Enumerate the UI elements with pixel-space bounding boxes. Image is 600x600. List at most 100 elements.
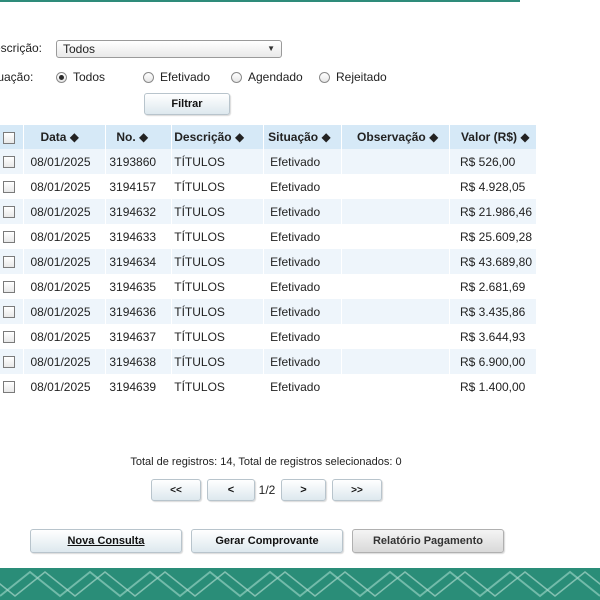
row-checkbox[interactable] <box>3 206 15 219</box>
row-checkbox[interactable] <box>3 181 15 194</box>
descricao-select-value: Todos <box>63 42 96 56</box>
cell-no: 3194637 <box>105 324 173 349</box>
cell-observacao <box>341 224 450 249</box>
cell-data: 08/01/2025 <box>23 324 107 349</box>
situacao-option-label: Rejeitado <box>336 70 387 84</box>
situacao-option-label: Agendado <box>248 70 303 84</box>
row-checkbox[interactable] <box>3 281 15 294</box>
cell-data: 08/01/2025 <box>23 374 107 399</box>
cell-no: 3194639 <box>105 374 173 399</box>
descricao-select[interactable]: Todos ▼ <box>56 40 282 58</box>
col-header-no[interactable]: No. ◆ <box>105 125 173 149</box>
cell-situacao: Efetivado <box>263 149 343 174</box>
situacao-option-label: Todos <box>73 70 106 84</box>
cell-descricao: TÍTULOS <box>171 274 265 299</box>
situacao-radio-todos[interactable]: Todos <box>56 70 105 84</box>
pager-first-button[interactable]: << <box>151 479 201 501</box>
chevron-down-icon: ▼ <box>267 44 275 53</box>
pager-last-button[interactable]: >> <box>332 479 382 501</box>
radio-icon[interactable] <box>231 71 242 83</box>
col-header-data[interactable]: Data ◆ <box>23 125 107 149</box>
row-checkbox-cell <box>0 249 25 274</box>
cell-situacao: Efetivado <box>263 199 343 224</box>
cell-descricao: TÍTULOS <box>171 249 265 274</box>
cell-data: 08/01/2025 <box>23 199 107 224</box>
row-checkbox[interactable] <box>3 256 15 269</box>
table-row[interactable]: 08/01/2025 3194634 TÍTULOS Efetivado R$ 43.6… <box>0 249 538 274</box>
cell-valor: R$ 526,00 <box>449 149 538 174</box>
col-header-descricao[interactable]: Descrição ◆ <box>171 125 265 149</box>
cell-situacao: Efetivado <box>263 249 343 274</box>
cell-situacao: Efetivado <box>263 324 343 349</box>
radio-icon[interactable] <box>319 71 330 83</box>
row-checkbox[interactable] <box>3 231 15 244</box>
cell-data: 08/01/2025 <box>23 299 107 324</box>
cell-descricao: TÍTULOS <box>171 174 265 199</box>
gerar-comprovante-button[interactable]: Gerar Comprovante <box>191 529 343 553</box>
cell-descricao: TÍTULOS <box>171 149 265 174</box>
cell-descricao: TÍTULOS <box>171 349 265 374</box>
cell-no: 3193860 <box>105 149 173 174</box>
cell-descricao: TÍTULOS <box>171 374 265 399</box>
table-row[interactable]: 08/01/2025 3194157 TÍTULOS Efetivado R$ 4.92… <box>0 174 538 199</box>
cell-no: 3194632 <box>105 199 173 224</box>
nova-consulta-label: Nova Consulta <box>67 535 145 547</box>
radio-selected-icon[interactable] <box>56 71 67 83</box>
table-row[interactable]: 08/01/2025 3194638 TÍTULOS Efetivado R$ 6.90… <box>0 349 538 374</box>
cell-observacao <box>341 299 450 324</box>
row-checkbox[interactable] <box>3 356 15 369</box>
pager-prev-button[interactable]: < <box>207 479 255 501</box>
situacao-radio-rejeitado[interactable]: Rejeitado <box>319 70 387 84</box>
top-divider <box>0 0 520 2</box>
cell-valor: R$ 4.928,05 <box>449 174 538 199</box>
cell-data: 08/01/2025 <box>23 149 107 174</box>
cell-observacao <box>341 324 450 349</box>
cell-data: 08/01/2025 <box>23 249 107 274</box>
nova-consulta-button[interactable]: Nova Consulta <box>30 529 182 553</box>
records-summary: Total de registros: 14, Total de registr… <box>130 456 402 468</box>
table-header-row: Data ◆ No. ◆ Descrição ◆ Situação ◆ Obse… <box>0 125 538 149</box>
row-checkbox-cell <box>0 174 25 199</box>
cell-valor: R$ 2.681,69 <box>449 274 538 299</box>
col-header-situacao[interactable]: Situação ◆ <box>263 125 343 149</box>
row-checkbox[interactable] <box>3 331 15 344</box>
table-row[interactable]: 08/01/2025 3194637 TÍTULOS Efetivado R$ 3.64… <box>0 324 538 349</box>
cell-no: 3194157 <box>105 174 173 199</box>
row-checkbox[interactable] <box>3 156 15 169</box>
cell-observacao <box>341 149 450 174</box>
table-row[interactable]: 08/01/2025 3193860 TÍTULOS Efetivado R$ 526,… <box>0 149 538 174</box>
cell-observacao <box>341 249 450 274</box>
cell-no: 3194638 <box>105 349 173 374</box>
situacao-radio-efetivado[interactable]: Efetivado <box>143 70 210 84</box>
cell-descricao: TÍTULOS <box>171 224 265 249</box>
results-table: Data ◆ No. ◆ Descrição ◆ Situação ◆ Obse… <box>0 125 538 399</box>
cell-observacao <box>341 199 450 224</box>
relatorio-pagamento-button[interactable]: Relatório Pagamento <box>352 529 504 553</box>
row-checkbox-cell <box>0 299 25 324</box>
situacao-radio-agendado[interactable]: Agendado <box>231 70 303 84</box>
cell-no: 3194634 <box>105 249 173 274</box>
row-checkbox[interactable] <box>3 306 15 319</box>
row-checkbox[interactable] <box>3 381 15 394</box>
cell-valor: R$ 1.400,00 <box>449 374 538 399</box>
filtrar-button[interactable]: Filtrar <box>144 93 230 115</box>
descricao-label: escrição: <box>0 41 43 55</box>
table-row[interactable]: 08/01/2025 3194639 TÍTULOS Efetivado R$ 1.40… <box>0 374 538 399</box>
cell-situacao: Efetivado <box>263 374 343 399</box>
select-all-checkbox[interactable] <box>3 131 15 144</box>
table-row[interactable]: 08/01/2025 3194633 TÍTULOS Efetivado R$ 25.6… <box>0 224 538 249</box>
table-row[interactable]: 08/01/2025 3194635 TÍTULOS Efetivado R$ 2.68… <box>0 274 538 299</box>
pager-next-button[interactable]: > <box>281 479 326 501</box>
col-header-observacao[interactable]: Observação ◆ <box>341 125 450 149</box>
table-row[interactable]: 08/01/2025 3194632 TÍTULOS Efetivado R$ 21.9… <box>0 199 538 224</box>
col-header-valor[interactable]: Valor (R$) ◆ <box>449 125 538 149</box>
radio-icon[interactable] <box>143 71 154 83</box>
cell-situacao: Efetivado <box>263 224 343 249</box>
cell-no: 3194636 <box>105 299 173 324</box>
row-checkbox-cell <box>0 324 25 349</box>
cell-situacao: Efetivado <box>263 174 343 199</box>
table-row[interactable]: 08/01/2025 3194636 TÍTULOS Efetivado R$ 3.43… <box>0 299 538 324</box>
situacao-label: tuação: <box>0 70 34 84</box>
cell-descricao: TÍTULOS <box>171 324 265 349</box>
row-checkbox-cell <box>0 374 25 399</box>
